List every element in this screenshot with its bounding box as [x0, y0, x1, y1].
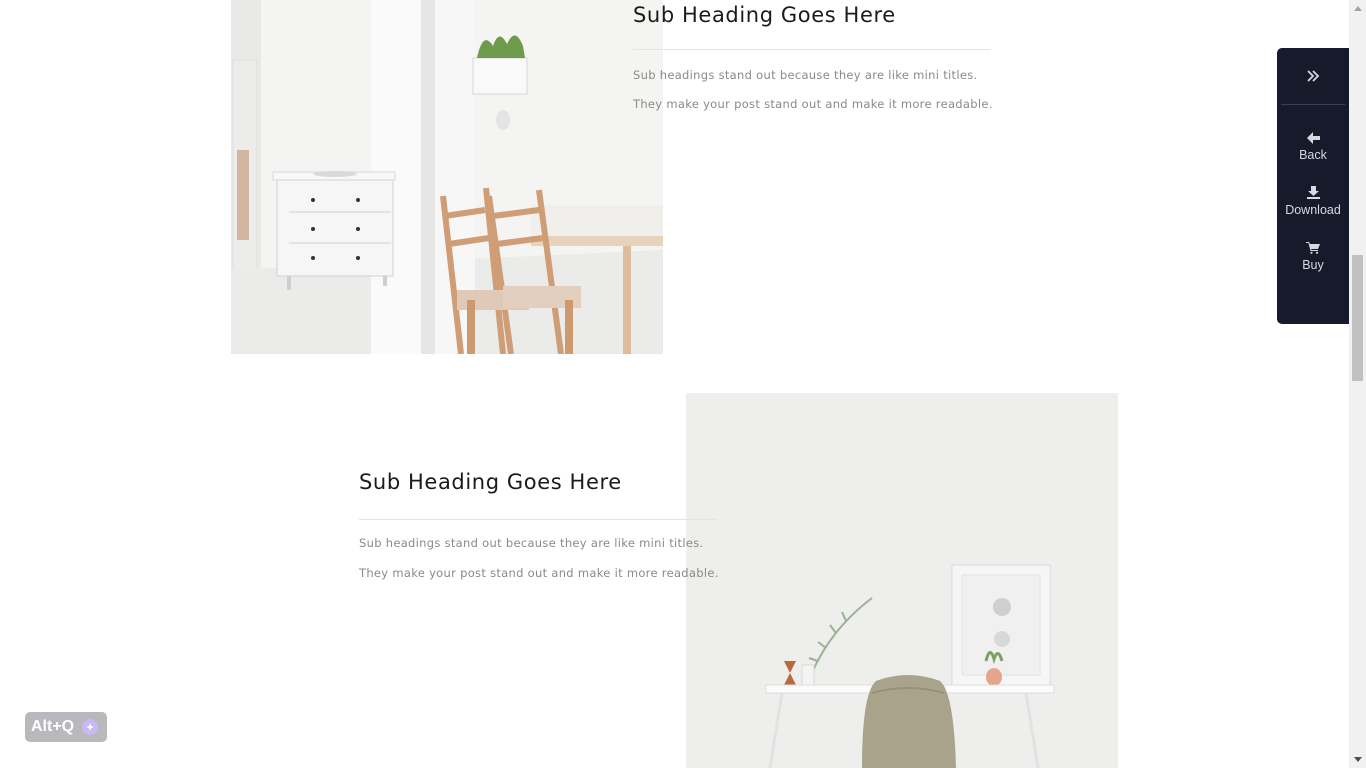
vertical-scrollbar[interactable]	[1349, 0, 1366, 768]
double-chevron-right-icon	[1307, 70, 1320, 82]
cart-icon	[1306, 242, 1320, 254]
back-button[interactable]: Back	[1277, 132, 1349, 162]
room-dresser-chairs-photo	[231, 0, 663, 354]
arrow-left-icon	[1306, 132, 1320, 144]
section-paragraph: Sub headings stand out because they are …	[633, 68, 978, 82]
section-paragraph: Sub headings stand out because they are …	[359, 536, 704, 550]
download-icon	[1306, 186, 1320, 199]
section-paragraph: They make your post stand out and make i…	[633, 97, 993, 111]
buy-label: Buy	[1302, 258, 1324, 272]
scroll-up-button[interactable]	[1349, 0, 1366, 17]
panel-collapse-toggle[interactable]	[1277, 48, 1349, 104]
section-paragraph: They make your post stand out and make i…	[359, 566, 719, 580]
download-button[interactable]: Download	[1277, 186, 1349, 217]
alt-q-shortcut-badge[interactable]: Alt+Q	[25, 712, 107, 742]
section-heading: Sub Heading Goes Here	[359, 470, 622, 494]
triangle-up-icon	[1353, 6, 1362, 11]
triangle-down-icon	[1353, 757, 1362, 762]
desk-chair-photo	[686, 393, 1118, 768]
scroll-down-button[interactable]	[1349, 751, 1366, 768]
assistant-icon	[82, 719, 98, 735]
scrollbar-thumb[interactable]	[1352, 255, 1363, 381]
heading-divider	[633, 49, 991, 50]
heading-divider	[359, 519, 716, 520]
download-label: Download	[1285, 203, 1341, 217]
section-heading: Sub Heading Goes Here	[633, 3, 896, 27]
panel-divider	[1281, 104, 1345, 105]
back-label: Back	[1299, 148, 1327, 162]
shortcut-label: Alt+Q	[31, 718, 75, 735]
floating-side-panel: Back Download Buy	[1277, 48, 1349, 324]
buy-button[interactable]: Buy	[1277, 241, 1349, 272]
